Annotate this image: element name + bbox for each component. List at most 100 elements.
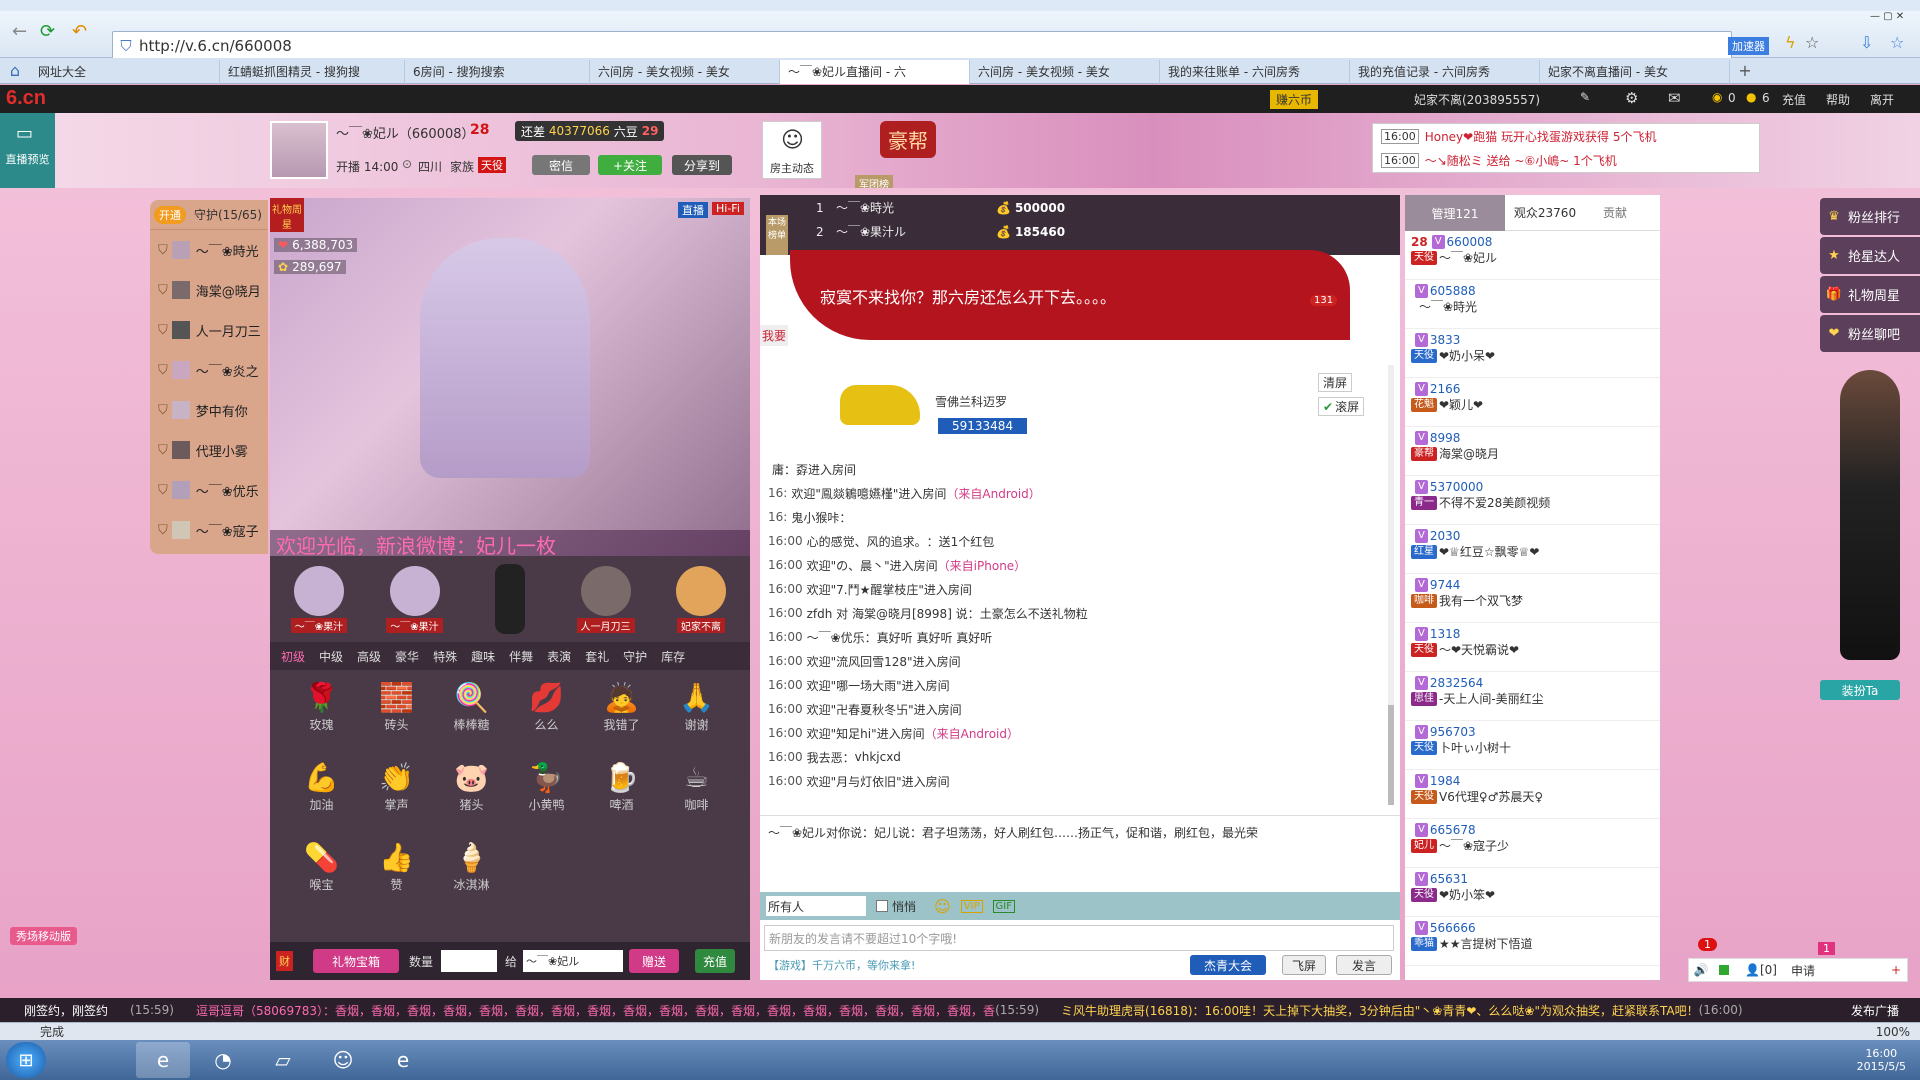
user-row[interactable]: V 2166 花魁 ❤颖儿❤	[1405, 378, 1660, 427]
follow-button[interactable]: +关注	[598, 155, 662, 175]
gift-item[interactable]: 🐷 猪头	[434, 760, 509, 834]
anchor-avatar[interactable]	[270, 121, 328, 179]
fan-chat-button[interactable]: ❤ 粉丝聊吧	[1820, 315, 1920, 352]
red-packet-icon[interactable]: 财	[276, 951, 293, 971]
chat-user[interactable]: "7.鬥★醒掌枝庄"	[831, 581, 924, 598]
ie-icon[interactable]: e	[376, 1042, 430, 1078]
user-row[interactable]: V 1984 天役 V6代理♀♂苏晨天♀	[1405, 770, 1660, 819]
undo-icon[interactable]: ↶	[72, 21, 87, 42]
user-row[interactable]: V 3833 天役 ❤奶小呆❤	[1405, 329, 1660, 378]
star-grab-button[interactable]: ★ 抢星达人	[1820, 237, 1920, 274]
chat-user[interactable]: "鳯燚鵴噫嬿槿"	[815, 485, 898, 502]
browser-icon[interactable]: e	[136, 1042, 190, 1078]
chat-scrollbar[interactable]	[1388, 365, 1394, 805]
avatar-figure[interactable]	[1840, 370, 1900, 660]
gift-item[interactable]: ☕ 咖啡	[659, 760, 734, 834]
gift-tab[interactable]: 豪华	[388, 648, 426, 665]
seat[interactable]	[475, 564, 545, 634]
seat[interactable]: 妃家不离	[666, 565, 736, 633]
guard-item[interactable]: ⛉ 〜￣❀寇子	[150, 510, 268, 550]
back-icon[interactable]: ←	[12, 21, 27, 42]
seat[interactable]: 〜￣❀果汁	[284, 565, 354, 633]
rank-row[interactable]: 1 〜￣❀時光 💰 500000	[816, 199, 1065, 216]
start-icon[interactable]: ⊞	[6, 1042, 46, 1078]
help-link[interactable]: 帮助	[1826, 91, 1850, 108]
chat-user[interactable]: 〜￣❀优乐：	[807, 629, 877, 646]
guard-item[interactable]: ⛉ 〜￣❀炎之	[150, 350, 268, 390]
jiejie-button[interactable]: 杰青大会	[1190, 955, 1266, 975]
lightning-icon[interactable]: ϟ	[1785, 33, 1796, 52]
haobang-badge[interactable]: 豪帮	[880, 121, 936, 158]
tab-2[interactable]: 6房间 - 搜狗搜索	[405, 59, 590, 84]
gift-tab[interactable]: 初级	[274, 648, 312, 665]
gift-item[interactable]: 🙇 我错了	[584, 680, 659, 754]
gift-tab[interactable]: 套礼	[578, 648, 616, 665]
dress-button[interactable]: 装扮Ta	[1820, 680, 1900, 700]
gift-tab[interactable]: 中级	[312, 648, 350, 665]
share-button[interactable]: 分享到	[672, 155, 732, 175]
chat-user[interactable]: "卍春夏秋冬卐"	[831, 701, 914, 718]
site-logo[interactable]: 6.cn	[6, 87, 46, 110]
gift-tab[interactable]: 伴舞	[502, 648, 540, 665]
owner-feed-button[interactable]: ☺ 房主动态	[762, 121, 822, 179]
whisper-checkbox[interactable]	[876, 900, 888, 912]
recipient-select[interactable]: 〜￣❀妃ル	[523, 950, 624, 972]
user-row[interactable]: 28 V 660008 天役 〜￣❀妃ル	[1405, 231, 1660, 280]
gift-item[interactable]: 💋 么么	[509, 680, 584, 754]
gift-item[interactable]: 👏 掌声	[359, 760, 434, 834]
send-gift-button[interactable]: 赠送	[629, 949, 680, 973]
rank-row[interactable]: 2 〜￣❀果汁ル 💰 185460	[816, 223, 1065, 240]
gift-star-button[interactable]: 🎁 礼物周星	[1820, 276, 1920, 313]
vip-emoji-icon[interactable]: VIP	[960, 899, 983, 913]
favorite-icon[interactable]: ☆	[1890, 33, 1904, 52]
zoom-level[interactable]: 100%	[1876, 1025, 1910, 1039]
chat-input[interactable]: 新朋友的发言请不要超过10个字哦!	[764, 925, 1394, 951]
chat-user[interactable]: 我去恶：	[807, 749, 855, 766]
seat[interactable]: 〜￣❀果汁	[380, 565, 450, 633]
tab-contrib[interactable]: 贡献	[1585, 204, 1645, 221]
gift-tab[interactable]: 特殊	[426, 648, 464, 665]
secret-message-button[interactable]: 密信	[532, 155, 590, 175]
gift-tab[interactable]: 守护	[616, 648, 654, 665]
gift-item[interactable]: 👍 赞	[359, 840, 434, 914]
fan-rank-button[interactable]: ♛ 粉丝排行	[1820, 198, 1920, 235]
chat-target-select[interactable]: 所有人	[766, 896, 866, 916]
preview-button[interactable]: ▭ 直播预览	[0, 113, 55, 188]
user-row[interactable]: V 1318 天役 〜❤天悦霸说❤	[1405, 623, 1660, 672]
rank-tab[interactable]: 本场榜单	[766, 215, 788, 255]
send-message-button[interactable]: 发言	[1336, 955, 1392, 975]
tab-3[interactable]: 六间房 - 美女视频 - 美女	[590, 59, 780, 84]
screenshot-icon[interactable]: ▱	[256, 1042, 310, 1078]
clear-screen-button[interactable]: 清屏	[1318, 373, 1353, 392]
video-player[interactable]: 礼物周星 ❤ 6,388,703 ✿ 289,697 直播 Hi-Fi 欢迎光临，新…	[270, 198, 750, 556]
gift-treasure-button[interactable]: 礼物宝箱	[313, 949, 399, 973]
star-icon[interactable]: ☆	[1805, 33, 1819, 52]
qq-icon[interactable]: ☺	[316, 1042, 370, 1078]
user-row[interactable]: V 605888 〜￣❀時光	[1405, 280, 1660, 329]
car-owner-id[interactable]: 59133484	[938, 418, 1028, 434]
chat-user[interactable]: "の、晨丶"	[831, 557, 890, 574]
fly-screen-button[interactable]: 飞屏	[1282, 955, 1326, 975]
gift-tab[interactable]: 库存	[654, 648, 692, 665]
gift-item[interactable]: 🦆 小黄鸭	[509, 760, 584, 834]
app-icon[interactable]: ◔	[196, 1042, 250, 1078]
user-row[interactable]: V 956703 天役 卜叶ぃ小树十	[1405, 721, 1660, 770]
refresh-icon[interactable]: ⟳	[40, 21, 55, 42]
publish-broadcast-button[interactable]: 发布广播	[1830, 998, 1920, 1022]
edit-icon[interactable]: ✎	[1580, 90, 1590, 104]
guard-item[interactable]: ⛉ 人一月刀三	[150, 310, 268, 350]
gift-tab[interactable]: 趣味	[464, 648, 502, 665]
gift-item[interactable]: 🍦 冰淇淋	[434, 840, 509, 914]
mobile-live-button[interactable]: 秀场移动版	[10, 927, 77, 945]
user-row[interactable]: V 5370000 青一 不得不爱28美颜视频	[1405, 476, 1660, 525]
current-user[interactable]: 妃家不离(203895557)	[1414, 91, 1540, 108]
gift-item[interactable]: 💪 加油	[284, 760, 359, 834]
apply-mic-button[interactable]: 申请	[1791, 962, 1815, 979]
user-row[interactable]: V 665678 妃儿 〜￣❀寇子少	[1405, 819, 1660, 868]
tab-0[interactable]: 网址大全	[30, 59, 220, 84]
clock[interactable]: 16:00 2015/5/5	[1857, 1047, 1906, 1073]
recharge-link[interactable]: 充值	[1782, 91, 1806, 108]
gift-item[interactable]: 🍺 啤酒	[584, 760, 659, 834]
game-tip[interactable]: 【游戏】千万六币，等你来拿!	[768, 957, 915, 973]
earn-coin-button[interactable]: 赚六币	[1270, 90, 1319, 109]
